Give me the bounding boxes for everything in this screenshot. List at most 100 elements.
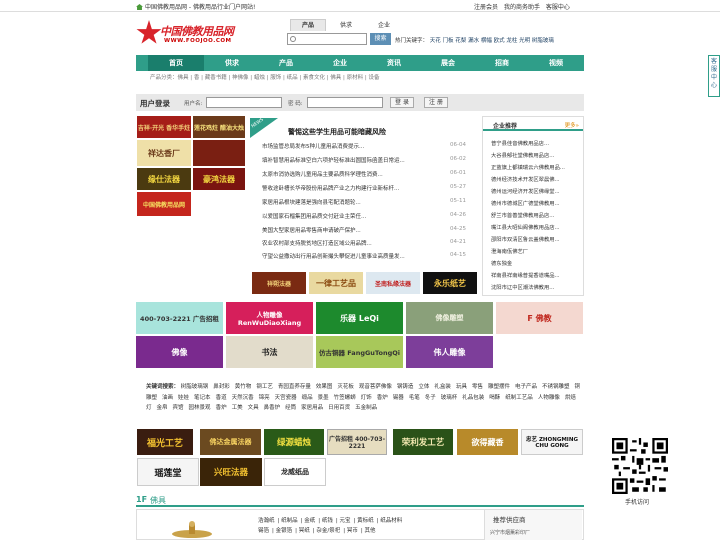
site-logo[interactable]: 中国佛教用品网 WWW.FOOJOO.COM: [136, 18, 274, 50]
keyword-link[interactable]: 文具: [248, 405, 259, 411]
category-link[interactable]: 元宝: [340, 518, 351, 524]
nav-product[interactable]: 产品: [258, 55, 314, 71]
hot-keyword[interactable]: 花梨: [455, 38, 466, 44]
keyword-link[interactable]: 经筒: [285, 405, 296, 411]
news-item[interactable]: 农业农村部支持脱贫地区打造区域公用品牌... 04-21: [262, 239, 466, 247]
register-link[interactable]: 注册会员: [474, 4, 498, 11]
keyword-link[interactable]: 人物雕像: [538, 395, 560, 401]
category-link[interactable]: 冥纸: [299, 528, 310, 534]
keyword-link[interactable]: 宾馆: [173, 405, 184, 411]
enterprise-item[interactable]: 大谷县郁社堂佛教用品店...: [491, 151, 554, 159]
category-link[interactable]: 杂金/祭祀: [316, 528, 340, 534]
news-item[interactable]: 守望公益撒动出行用品创新撮头攀促进儿童事业高质量发... 04-15: [262, 252, 466, 260]
keyword-link[interactable]: 五金制品: [355, 405, 377, 411]
ad-banner[interactable]: 佛像: [136, 336, 223, 368]
nav-supply[interactable]: 供求: [204, 55, 260, 71]
ad-banner[interactable]: 欲得藏香: [457, 429, 518, 455]
keyword-link[interactable]: 竹签螺蛳: [334, 395, 356, 401]
enterprise-item[interactable]: 德东独金: [491, 259, 512, 267]
category-subnav[interactable]: 产品分类：佛具 | 香 | 藏香书籍 | 神佛像 | 蜡烛 | 服饰 | 纸品 …: [150, 73, 380, 81]
keyword-link[interactable]: 青园直养存量: [278, 384, 311, 390]
login-button[interactable]: 登 录: [390, 97, 414, 108]
keyword-link[interactable]: 天宫瓷器: [275, 395, 297, 401]
nav-news[interactable]: 资讯: [366, 55, 422, 71]
keyword-link[interactable]: 钢铸造: [397, 384, 414, 390]
ad-banner[interactable]: 祥达香厂: [137, 140, 191, 166]
keyword-link[interactable]: 金帛: [157, 405, 168, 411]
ad-banner[interactable]: 兴旺法器: [200, 458, 262, 486]
ad-banner[interactable]: 忠艺 ZHONGMING CHU GONG: [521, 429, 583, 455]
keyword-link[interactable]: 礼盒装: [434, 384, 451, 390]
ad-banner-image[interactable]: [193, 140, 245, 166]
hot-keyword[interactable]: 欧式: [494, 38, 505, 44]
category-link[interactable]: 锡箔: [258, 528, 269, 534]
category-link[interactable]: 纸品材料: [380, 518, 402, 524]
news-item-title[interactable]: 美国大型家居用品零售商申请破产保护...: [262, 228, 361, 234]
keyword-link[interactable]: 观音菩萨佛像: [359, 384, 392, 390]
news-item-title[interactable]: 市场监管总局发布5种儿童用品消费提示...: [262, 144, 364, 150]
nav-home[interactable]: 首页: [148, 55, 204, 71]
news-item-title[interactable]: 以爱国家石榴集团用品质交付赶业主荣任...: [262, 214, 366, 220]
ad-banner[interactable]: 吉祥·开光 香华手炷: [137, 116, 191, 138]
keyword-link[interactable]: 鼻封彩: [213, 384, 230, 390]
hot-keyword[interactable]: 门板: [443, 38, 454, 44]
news-item[interactable]: 太原市消协选购儿童用品主要品质科学理性消费... 06-01: [262, 170, 466, 178]
keyword-link[interactable]: 冬子: [425, 395, 436, 401]
nav-video[interactable]: 视频: [528, 55, 584, 71]
product-image[interactable]: [167, 520, 217, 540]
keyword-link[interactable]: 家居用品: [301, 405, 323, 411]
keyword-link[interactable]: 景墨: [318, 395, 329, 401]
floor-title[interactable]: 佛具: [150, 495, 166, 506]
ad-banner[interactable]: 缘仕法器: [137, 168, 191, 190]
news-item[interactable]: 填补智慧用品标准空白六项护轻标准出圆国际函盖日常运... 06-02: [262, 156, 466, 164]
keyword-link[interactable]: 笔记本: [194, 395, 211, 401]
enterprise-item[interactable]: 舒兰市首善堂佛教用品店...: [491, 211, 554, 219]
news-item-title[interactable]: 守望公益撒动出行用品创新撮头攀促进儿童事业高质量发...: [262, 254, 405, 260]
keyword-link[interactable]: 立体: [418, 384, 429, 390]
keyword-link[interactable]: 玩具: [456, 384, 467, 390]
password-input[interactable]: [307, 97, 383, 108]
keyword-link[interactable]: 电子产品: [515, 384, 537, 390]
category-link[interactable]: 金纸: [304, 518, 315, 524]
keyword-link[interactable]: 娃娃: [178, 395, 189, 401]
keyword-link[interactable]: 礼品包装: [462, 395, 484, 401]
enterprise-item[interactable]: 德州运河经济开发区佛缘堂...: [491, 187, 560, 195]
keyword-link[interactable]: 工美: [232, 405, 243, 411]
news-headline[interactable]: 警惕这些学生用品可能暗藏风险: [288, 127, 386, 137]
username-input[interactable]: [206, 97, 282, 108]
category-link[interactable]: 纸钱: [322, 518, 333, 524]
hot-keyword[interactable]: 树脂玻璃: [532, 38, 554, 44]
keyword-link[interactable]: 锦亮: [259, 395, 270, 401]
ad-banner[interactable]: 中国佛教用品网: [137, 192, 191, 216]
enterprise-item[interactable]: 正蓝旗上都镇瑞云六佛教用品...: [491, 163, 565, 171]
keyword-link[interactable]: 喝酥: [489, 395, 500, 401]
category-link[interactable]: 黄标纸: [357, 518, 374, 524]
news-item-title[interactable]: 填补智慧用品标准空白六项护轻标准出圆国际函盖日常运...: [262, 158, 405, 164]
keyword-link[interactable]: 零售: [472, 384, 483, 390]
ad-banner[interactable]: 佛像雕塑: [406, 302, 493, 334]
ad-banner[interactable]: 乐器 LeQi: [316, 302, 403, 334]
category-link[interactable]: 纸制品: [281, 518, 298, 524]
ad-banner[interactable]: 莲花鸡炷 醋油大烛: [193, 116, 245, 138]
nav-expo[interactable]: 展会: [420, 55, 476, 71]
enterprise-item[interactable]: 邵阳市双清区鲁云盖佛教用...: [491, 235, 560, 243]
keyword-link[interactable]: 灭花板: [337, 384, 354, 390]
keyword-link[interactable]: 灯饰: [361, 395, 372, 401]
hot-keyword[interactable]: 漏水: [468, 38, 479, 44]
enterprise-more-link[interactable]: 更多»: [565, 121, 579, 129]
hot-keyword[interactable]: 天花: [430, 38, 441, 44]
keyword-link[interactable]: 树脂玻璃钢: [181, 384, 209, 390]
supplier-item[interactable]: 兴宁市烟薰彩印厂: [490, 529, 530, 536]
ad-banner[interactable]: 仿古铜器 FangGuTongQi: [316, 336, 403, 368]
keyword-link[interactable]: 香炉: [377, 395, 388, 401]
ad-banner[interactable]: 圣南私缘法器: [366, 272, 420, 294]
search-tab-product[interactable]: 产品: [290, 19, 326, 31]
ad-banner[interactable]: 瑶莲堂: [137, 458, 199, 486]
hot-keyword[interactable]: 光明: [519, 38, 530, 44]
ad-banner[interactable]: 书法: [226, 336, 313, 368]
customer-service-widget[interactable]: 客 服 中 心: [708, 55, 720, 97]
nav-investment[interactable]: 招商: [474, 55, 530, 71]
ad-banner[interactable]: F 佛教: [496, 302, 583, 334]
keyword-link[interactable]: 鼻香炉: [264, 405, 281, 411]
news-item[interactable]: 美国大型家居用品零售商申请破产保护... 04-25: [262, 226, 466, 234]
